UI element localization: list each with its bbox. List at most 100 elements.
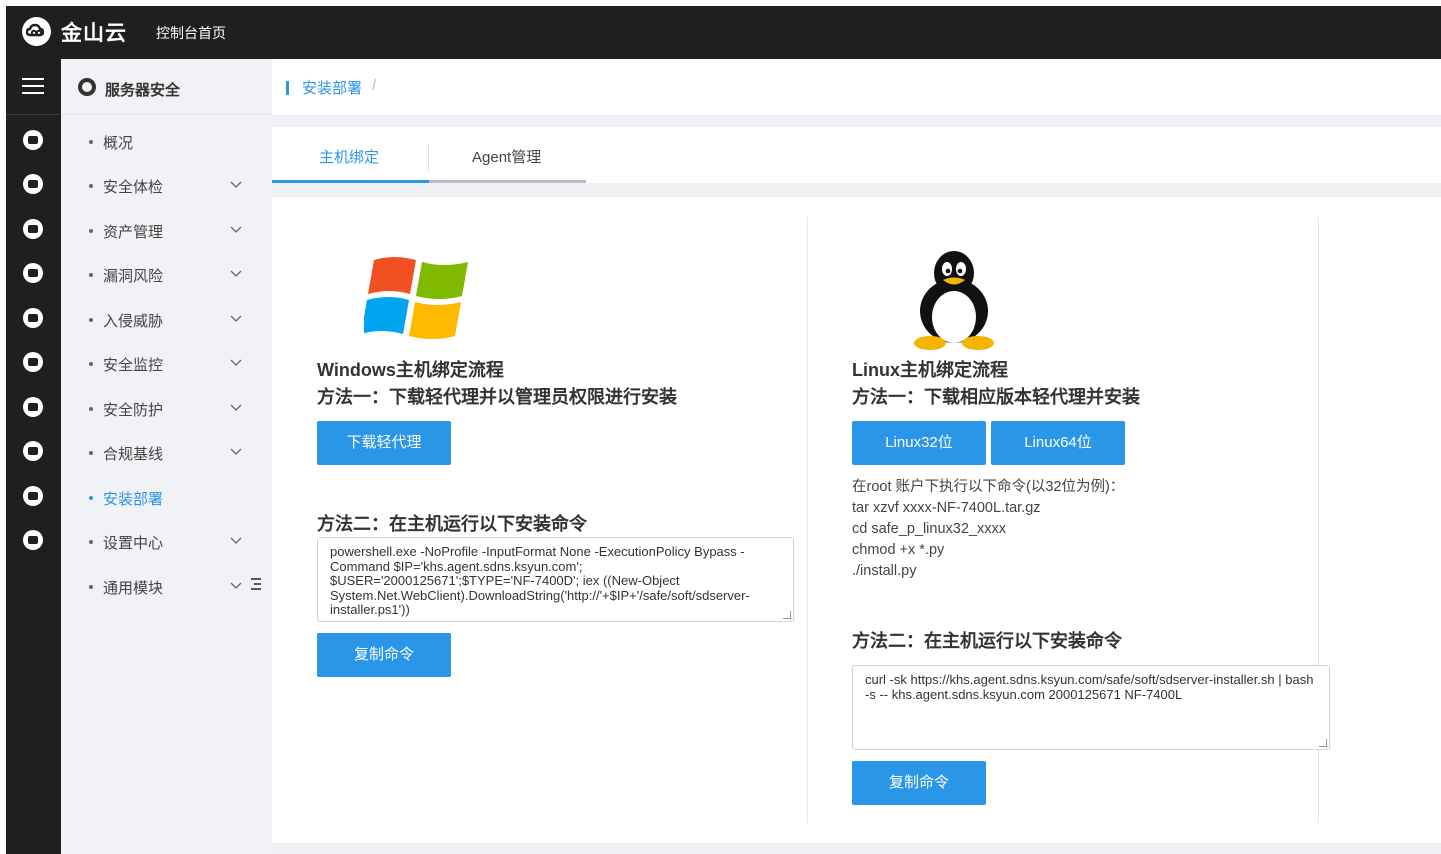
linux-method2-label: 方法二：在主机运行以下安装命令	[852, 631, 1122, 651]
linux-copy-command-button[interactable]: 复制命令	[852, 761, 986, 805]
linux-command-text: curl -sk https://khs.agent.sdns.ksyun.co…	[865, 672, 1314, 702]
main-content: Windows主机绑定流程 方法一：下载轻代理并以管理员权限进行安装 下载轻代理…	[272, 197, 1441, 843]
sidebar-item-label: 安装部署	[103, 491, 164, 508]
breadcrumb: 安装部署 /	[272, 59, 1441, 115]
sidebar-item-label: 安全防护	[103, 402, 164, 419]
instruction-line: ./install.py	[852, 563, 917, 579]
collapse-sidebar-icon[interactable]	[248, 576, 262, 592]
icon-rail	[6, 59, 61, 854]
bullet-icon	[89, 540, 93, 544]
sidebar-item-label: 入侵威胁	[103, 313, 164, 330]
windows-method1-label: 方法一：下载轻代理并以管理员权限进行安装	[317, 387, 677, 407]
sidebar-item-security-check[interactable]: 安全体检	[61, 165, 272, 209]
sidebar-item-label: 概况	[103, 135, 134, 152]
monitor-icon[interactable]	[23, 530, 43, 550]
tab-agent-management[interactable]: Agent管理	[429, 127, 586, 183]
windows-logo-icon	[364, 257, 468, 339]
shield-icon[interactable]	[23, 219, 43, 239]
tab-host-binding[interactable]: 主机绑定	[272, 127, 429, 183]
server-security-icon	[78, 78, 96, 96]
bullet-icon	[89, 140, 93, 144]
linux-method1-label: 方法一：下载相应版本轻代理并安装	[852, 387, 1140, 407]
instruction-line: tar xzvf xxxx-NF-7400L.tar.gz	[852, 500, 1041, 516]
breadcrumb-separator: /	[372, 77, 377, 94]
windows-title: Windows主机绑定流程	[317, 360, 504, 380]
sidebar-item-label: 安全监控	[103, 357, 164, 374]
sidebar-item-monitoring[interactable]: 安全监控	[61, 343, 272, 387]
resize-handle-icon[interactable]	[1319, 739, 1327, 747]
bullet-icon	[89, 585, 93, 589]
breadcrumb-marker	[286, 81, 289, 95]
bullet-icon	[89, 362, 93, 366]
storage-icon[interactable]	[23, 397, 43, 417]
tab-label: Agent管理	[472, 149, 542, 166]
instruction-line: chmod +x *.py	[852, 542, 945, 558]
bullet-icon	[89, 273, 93, 277]
sidebar-item-asset-management[interactable]: 资产管理	[61, 210, 272, 254]
linux-command-textarea[interactable]: curl -sk https://khs.agent.sdns.ksyun.co…	[852, 665, 1330, 750]
windows-command-textarea[interactable]: powershell.exe -NoProfile -InputFormat N…	[317, 537, 794, 622]
windows-method2-label: 方法二：在主机运行以下安装命令	[317, 514, 587, 534]
sidebar-item-overview[interactable]: 概况	[61, 121, 272, 165]
sidebar-item-install[interactable]: 安装部署	[61, 477, 272, 521]
top-bar: 金山云 控制台首页	[6, 6, 1441, 59]
chevron-down-icon[interactable]	[229, 311, 243, 325]
sidebar-item-label: 资产管理	[103, 224, 164, 241]
sidebar-item-intrusion[interactable]: 入侵威胁	[61, 299, 272, 343]
linux32-download-button[interactable]: Linux32位	[852, 421, 986, 465]
linux-tux-icon	[914, 251, 994, 350]
tab-label: 主机绑定	[319, 149, 380, 166]
sidebar-item-protection[interactable]: 安全防护	[61, 388, 272, 432]
sidebar-item-settings[interactable]: 设置中心	[61, 521, 272, 565]
bullet-icon	[89, 496, 93, 500]
resize-handle-icon[interactable]	[783, 611, 791, 619]
logo-icon[interactable]	[22, 17, 51, 46]
sidebar-item-common-modules[interactable]: 通用模块	[61, 566, 272, 610]
bullet-icon	[89, 229, 93, 233]
chevron-down-icon[interactable]	[229, 177, 243, 191]
instruction-line: 在root 账户下执行以下命令(以32位为例)：	[852, 479, 1125, 495]
side-menu: 服务器安全 概况 安全体检 资产管理 漏洞风险 入侵威胁 安全监控 安全防护 合…	[61, 59, 272, 854]
sidebar-item-label: 通用模块	[103, 580, 164, 597]
network-icon[interactable]	[23, 308, 43, 328]
breadcrumb-current[interactable]: 安装部署	[302, 77, 362, 98]
chevron-down-icon[interactable]	[229, 266, 243, 280]
chevron-down-icon[interactable]	[229, 222, 243, 236]
sidebar-item-label: 合规基线	[103, 446, 164, 463]
linux64-download-button[interactable]: Linux64位	[991, 421, 1125, 465]
instruction-line: cd safe_p_linux32_xxxx	[852, 521, 1006, 537]
security-icon[interactable]	[23, 130, 43, 150]
sidebar-item-label: 设置中心	[103, 535, 164, 552]
server-icon[interactable]	[23, 174, 43, 194]
sidebar-item-vulnerability[interactable]: 漏洞风险	[61, 254, 272, 298]
tab-bar: 主机绑定 Agent管理	[272, 127, 1441, 183]
menu-icon[interactable]	[22, 78, 44, 94]
side-menu-title: 服务器安全	[105, 82, 181, 99]
console-home-link[interactable]: 控制台首页	[156, 23, 226, 43]
cloud-icon[interactable]	[23, 441, 43, 461]
sidebar-item-label: 漏洞风险	[103, 268, 164, 285]
chevron-down-icon[interactable]	[229, 400, 243, 414]
database-icon[interactable]	[23, 263, 43, 283]
chevron-down-icon[interactable]	[229, 355, 243, 369]
sidebar-item-label: 安全体检	[103, 179, 164, 196]
logo-text[interactable]: 金山云	[61, 17, 127, 47]
chevron-down-icon[interactable]	[229, 533, 243, 547]
windows-copy-command-button[interactable]: 复制命令	[317, 633, 451, 677]
download-agent-button[interactable]: 下载轻代理	[317, 421, 451, 465]
chevron-down-icon[interactable]	[229, 444, 243, 458]
sidebar-item-compliance[interactable]: 合规基线	[61, 432, 272, 476]
linux-instructions: 在root 账户下执行以下命令(以32位为例)： tar xzvf xxxx-N…	[852, 477, 1124, 582]
bullet-icon	[89, 318, 93, 322]
bullet-icon	[89, 451, 93, 455]
side-menu-header: 服务器安全	[61, 59, 272, 115]
app-frame: 金山云 控制台首页 服务器安全 概况 安全体检 资产管理 漏洞风险 入侵威胁 安…	[6, 6, 1441, 854]
share-icon[interactable]	[23, 352, 43, 372]
linux-title: Linux主机绑定流程	[852, 360, 1008, 380]
column-divider	[807, 217, 808, 823]
bullet-icon	[89, 184, 93, 188]
rail-divider	[6, 114, 61, 115]
mail-icon[interactable]	[23, 486, 43, 506]
chevron-down-icon[interactable]	[229, 578, 243, 592]
bullet-icon	[89, 407, 93, 411]
